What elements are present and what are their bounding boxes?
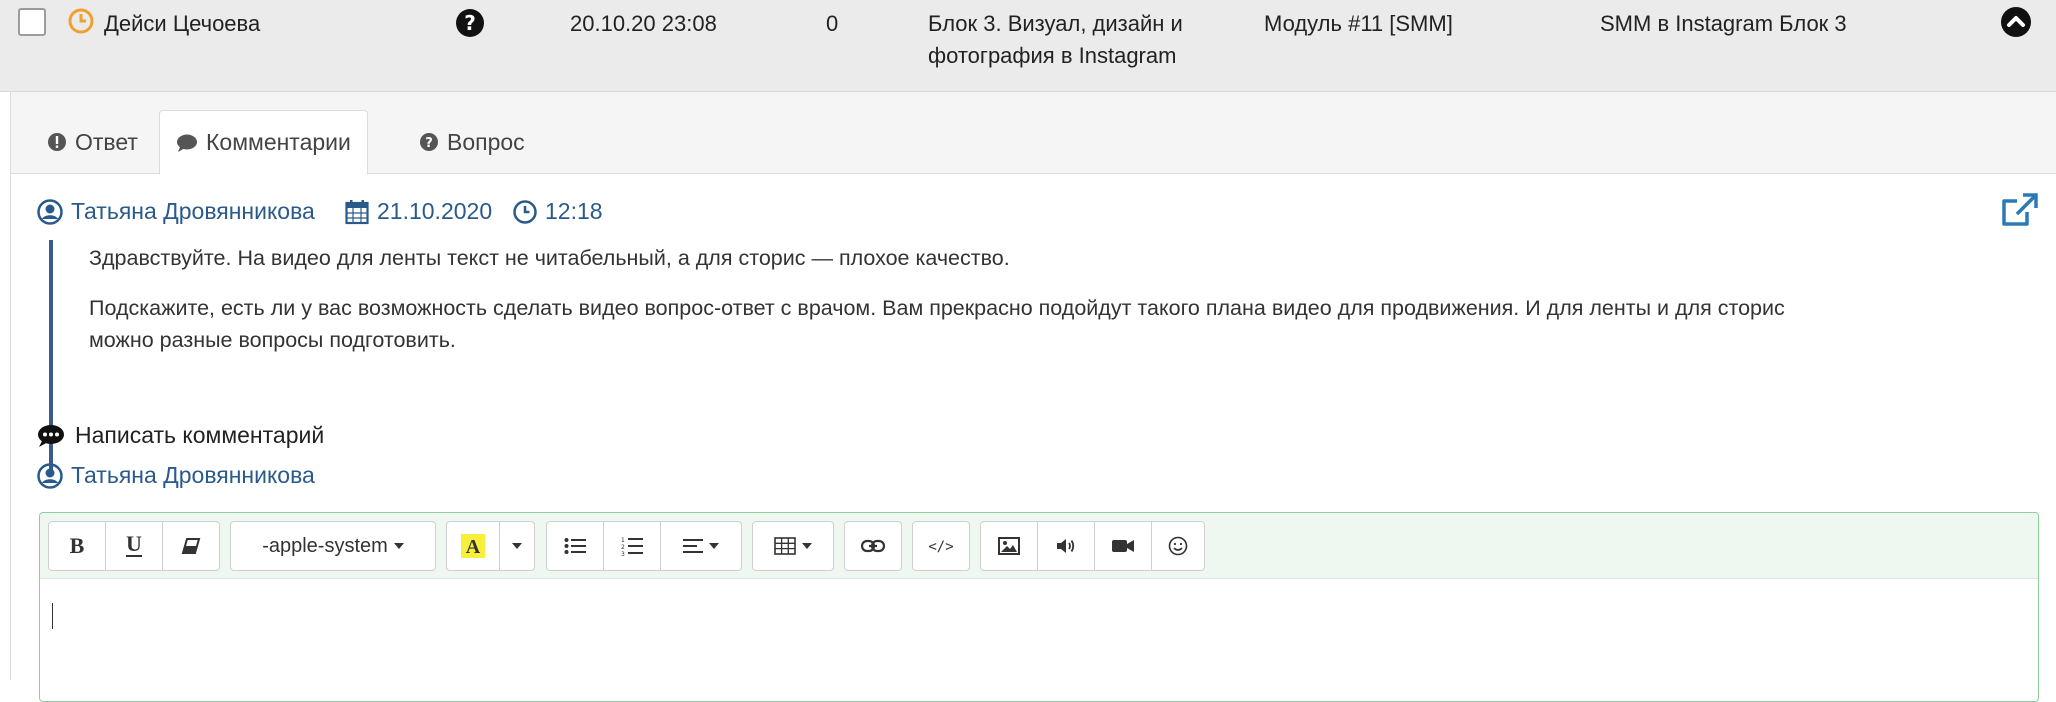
underline-icon: U (126, 534, 142, 557)
course-name: SMM в Instagram Блок 3 (1600, 11, 1847, 36)
student-name[interactable]: Дейси Цечоева (104, 8, 260, 40)
question-icon[interactable]: ? (455, 8, 485, 44)
bullet-list-icon (564, 538, 586, 554)
comment-editor[interactable]: B U -apple-system A 123 </> (39, 512, 2039, 702)
code-icon: </> (928, 539, 953, 554)
smile-icon (1168, 536, 1188, 556)
svg-text:?: ? (425, 136, 433, 151)
external-link-icon[interactable] (2001, 192, 2039, 234)
user-circle-icon (37, 198, 63, 225)
image-icon (998, 537, 1020, 555)
comment-icon (177, 134, 197, 152)
comment-date: 21.10.2020 (345, 198, 492, 225)
insert-video-button[interactable] (1094, 521, 1152, 571)
table-button[interactable] (752, 521, 834, 571)
eraser-icon (181, 538, 201, 554)
author-name: Татьяна Дровянникова (71, 198, 315, 224)
compose-author[interactable]: Татьяна Дровянникова (37, 462, 315, 489)
time-value: 12:18 (545, 198, 603, 224)
text-cursor (52, 603, 53, 629)
text-color-icon: A (461, 534, 485, 558)
svg-text:?: ? (464, 11, 476, 35)
svg-text:2: 2 (621, 544, 625, 551)
submitted-datetime: 20.10.20 23:08 (570, 11, 717, 36)
tab-answer[interactable]: Ответ (31, 110, 154, 174)
table-icon (774, 537, 796, 555)
underline-button[interactable]: U (105, 521, 163, 571)
link-button[interactable] (844, 521, 902, 571)
code-view-button[interactable]: </> (912, 521, 970, 571)
svg-text:</>: </> (928, 539, 953, 554)
tab-label: Ответ (75, 128, 138, 155)
numbered-list-button[interactable]: 123 (603, 521, 661, 571)
comment-paragraph-2-line1: Подскажите, есть ли у вас возможность сд… (89, 296, 1785, 320)
tab-label: Вопрос (447, 128, 525, 155)
comment-paragraph-2-line2: можно разные вопросы подготовить. (89, 328, 456, 352)
editor-toolbar: B U -apple-system A 123 </> (40, 513, 2038, 579)
compose-title-text: Написать комментарий (75, 422, 325, 448)
link-icon (861, 539, 885, 553)
comment-paragraph-1: Здравствуйте. На видео для ленты текст н… (89, 246, 1010, 270)
svg-text:B: B (70, 535, 85, 557)
bullet-list-button[interactable] (546, 521, 604, 571)
calendar-icon (345, 199, 369, 224)
align-left-icon (683, 539, 703, 553)
svg-text:U: U (126, 534, 142, 556)
exclamation-circle-icon (48, 133, 66, 151)
svg-text:A: A (466, 536, 481, 558)
svg-text:1: 1 (621, 537, 625, 544)
lesson-title: Блок 3. Визуал, дизайн и фотография в In… (928, 11, 1183, 68)
svg-text:3: 3 (621, 551, 625, 556)
text-color-button[interactable]: A (446, 521, 500, 571)
comment-time: 12:18 (513, 198, 603, 225)
tab-question[interactable]: ? Вопрос (403, 110, 541, 174)
tab-label: Комментарии (206, 129, 351, 155)
compose-author-name: Татьяна Дровянникова (71, 462, 315, 488)
date-value: 21.10.2020 (377, 198, 493, 224)
clock-icon (68, 8, 94, 40)
emoji-button[interactable] (1151, 521, 1205, 571)
detail-panel: Ответ Комментарии ? Вопрос Татьяна Дровя… (10, 92, 2056, 702)
insert-audio-button[interactable] (1037, 521, 1095, 571)
question-circle-icon: ? (420, 133, 438, 151)
clock-icon (513, 199, 537, 224)
video-camera-icon (1112, 540, 1134, 552)
bold-icon: B (70, 535, 85, 557)
numbered-list-icon: 123 (621, 537, 643, 556)
paragraph-align-button[interactable] (660, 521, 742, 571)
tab-bar: Ответ Комментарии ? Вопрос (11, 92, 2056, 175)
font-family-value: -apple-system (262, 534, 388, 557)
comment-count: 0 (826, 11, 839, 36)
module-name: Модуль #11 [SMM] (1264, 11, 1453, 36)
user-circle-icon (37, 462, 63, 489)
row-checkbox[interactable] (18, 8, 46, 36)
compose-title: Написать комментарий (37, 422, 324, 449)
comment-author[interactable]: Татьяна Дровянникова (37, 198, 315, 225)
text-color-dropdown[interactable] (499, 521, 535, 571)
chevron-up-icon[interactable] (2000, 6, 2032, 44)
bold-button[interactable]: B (48, 521, 106, 571)
task-row[interactable]: Дейси Цечоева ? 20.10.20 23:08 0 Блок 3.… (0, 0, 2056, 92)
volume-icon (1057, 539, 1075, 553)
tab-comments[interactable]: Комментарии (159, 110, 368, 175)
comment-body: Здравствуйте. На видео для ленты текст н… (49, 240, 2029, 472)
font-family-select[interactable]: -apple-system (230, 521, 436, 571)
insert-image-button[interactable] (980, 521, 1038, 571)
clear-format-button[interactable] (162, 521, 220, 571)
comment-icon (38, 424, 64, 447)
